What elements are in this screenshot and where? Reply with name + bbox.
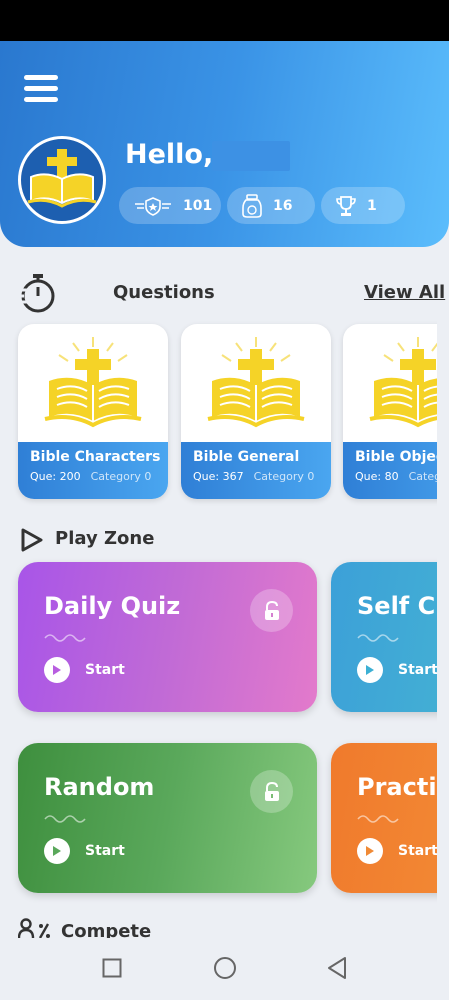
lock-icon	[250, 770, 293, 813]
self-challenge-title: Self Challenge	[357, 592, 437, 620]
category-card-footer: Bible Objects Que: 80 Category 0	[343, 442, 437, 499]
start-label: Start	[398, 843, 437, 859]
category-card-footer: Bible General Que: 367 Category 0	[181, 442, 331, 499]
category-name: Bible Objects	[355, 449, 437, 465]
category-count: Category 0	[90, 470, 152, 483]
play-icon	[357, 838, 383, 864]
start-label: Start	[398, 662, 437, 678]
bible-logo-icon	[181, 324, 331, 442]
question-count: Que: 200	[30, 470, 81, 483]
daily-quiz-title: Daily Quiz	[44, 592, 181, 620]
play-outline-icon	[20, 527, 44, 557]
category-card-bible-general[interactable]: Bible General Que: 367 Category 0	[181, 324, 331, 499]
bible-logo-icon	[18, 324, 168, 442]
wave-icon	[357, 810, 399, 829]
category-count: Category 0	[408, 470, 437, 483]
play-zone-title: Play Zone	[55, 528, 155, 549]
wave-icon	[44, 810, 86, 829]
question-count: Que: 367	[193, 470, 244, 483]
play-icon	[44, 838, 70, 864]
self-challenge-card[interactable]: Self Challenge Start	[331, 562, 437, 712]
category-name: Bible General	[193, 449, 300, 465]
practice-start-button[interactable]: Start	[357, 838, 437, 864]
practice-title: Practice	[357, 773, 437, 801]
lock-icon	[250, 589, 293, 632]
play-icon	[44, 657, 70, 683]
back-button[interactable]	[326, 956, 348, 984]
category-card-bible-objects[interactable]: Bible Objects Que: 80 Category 0	[343, 324, 437, 499]
daily-quiz-card[interactable]: Daily Quiz Start	[18, 562, 317, 712]
daily-quiz-start-button[interactable]: Start	[44, 657, 125, 683]
category-card-footer: Bible Characters Que: 200 Category 0	[18, 442, 168, 499]
wave-icon	[44, 629, 86, 648]
bible-logo-icon	[343, 324, 437, 442]
recents-button[interactable]	[102, 958, 122, 982]
random-card[interactable]: Random Start	[18, 743, 317, 893]
question-count: Que: 80	[355, 470, 399, 483]
category-name: Bible Characters	[30, 449, 161, 465]
start-label: Start	[85, 843, 125, 859]
start-label: Start	[85, 662, 125, 678]
practice-card[interactable]: Practice Start	[331, 743, 437, 893]
random-title: Random	[44, 773, 155, 801]
self-challenge-start-button[interactable]: Start	[357, 657, 437, 683]
android-nav-bar	[0, 938, 449, 1000]
category-card-bible-characters[interactable]: Bible Characters Que: 200 Category 0	[18, 324, 168, 499]
random-start-button[interactable]: Start	[44, 838, 125, 864]
home-button[interactable]	[213, 956, 237, 984]
category-count: Category 0	[253, 470, 315, 483]
wave-icon	[357, 629, 399, 648]
play-icon	[357, 657, 383, 683]
